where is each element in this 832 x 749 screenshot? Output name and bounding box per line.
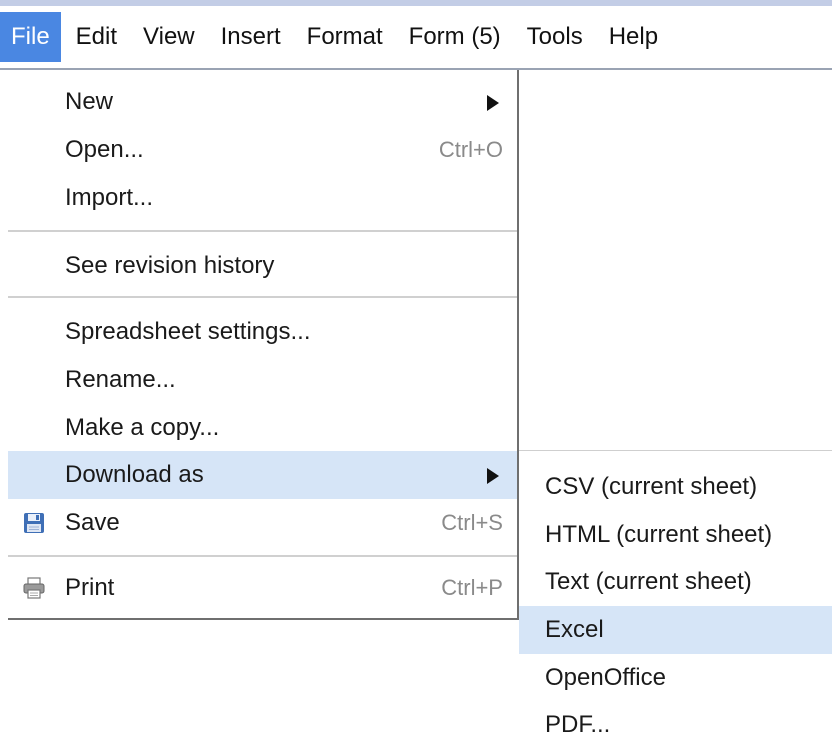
menu-item-label: Save — [65, 509, 120, 536]
download-as-submenu: CSV (current sheet) HTML (current sheet)… — [519, 450, 832, 738]
menu-item-revision-history[interactable]: See revision history — [8, 242, 517, 290]
menu-tools[interactable]: Tools — [516, 12, 594, 62]
submenu-item-label: PDF... — [545, 711, 611, 738]
menu-item-label: Spreadsheet settings... — [65, 318, 311, 345]
submenu-item-label: Text (current sheet) — [545, 568, 752, 595]
submenu-arrow-icon — [487, 468, 499, 484]
submenu-arrow-icon — [487, 95, 499, 111]
shortcut-text: Ctrl+O — [438, 137, 503, 162]
menu-separator — [8, 296, 517, 298]
menu-item-open[interactable]: Open... Ctrl+O — [8, 126, 517, 174]
download-html-option[interactable]: HTML (current sheet) — [519, 511, 832, 559]
menu-item-print[interactable]: Print Ctrl+P — [8, 564, 517, 612]
menu-bar: File Edit View Insert Format Form (5) To… — [0, 0, 832, 70]
shortcut-text: Ctrl+S — [441, 510, 503, 535]
submenu-item-label: HTML (current sheet) — [545, 521, 773, 548]
menu-item-save[interactable]: Save Ctrl+S — [8, 499, 517, 547]
menu-view[interactable]: View — [132, 12, 206, 62]
menu-item-import[interactable]: Import... — [8, 174, 517, 222]
menu-separator — [8, 230, 517, 232]
file-menu-dropdown: New Open... Ctrl+O Import... See revisio… — [0, 70, 519, 620]
menu-edit[interactable]: Edit — [65, 12, 128, 62]
menu-item-download-as[interactable]: Download as — [8, 451, 517, 499]
menu-form[interactable]: Form (5) — [398, 12, 512, 62]
menu-item-label: New — [65, 88, 114, 115]
menu-item-label: See revision history — [65, 252, 275, 279]
download-openoffice-option[interactable]: OpenOffice — [519, 654, 832, 702]
menu-insert[interactable]: Insert — [210, 12, 292, 62]
download-excel-option[interactable]: Excel — [519, 606, 832, 654]
menu-separator — [8, 555, 517, 557]
menu-item-label: Make a copy... — [65, 414, 220, 441]
menu-help[interactable]: Help — [598, 12, 669, 62]
menu-item-make-copy[interactable]: Make a copy... — [8, 404, 517, 452]
menu-format[interactable]: Format — [296, 12, 394, 62]
printer-icon — [23, 577, 45, 599]
menu-item-label: Import... — [65, 184, 154, 211]
download-csv-option[interactable]: CSV (current sheet) — [519, 463, 832, 511]
submenu-item-label: CSV (current sheet) — [545, 473, 758, 500]
menu-item-label: Download as — [65, 461, 204, 488]
download-text-option[interactable]: Text (current sheet) — [519, 558, 832, 606]
submenu-item-label: OpenOffice — [545, 664, 666, 691]
menu-item-label: Print — [65, 574, 115, 601]
floppy-disk-icon — [24, 513, 44, 533]
menu-item-rename[interactable]: Rename... — [8, 356, 517, 404]
menu-item-new[interactable]: New — [8, 78, 517, 126]
menu-file[interactable]: File — [0, 12, 61, 62]
shortcut-text: Ctrl+P — [441, 575, 503, 600]
menu-item-label: Open... — [65, 136, 144, 163]
submenu-item-label: Excel — [545, 616, 604, 643]
menu-item-spreadsheet-settings[interactable]: Spreadsheet settings... — [8, 308, 517, 356]
download-pdf-option[interactable]: PDF... — [519, 701, 832, 749]
menu-item-label: Rename... — [65, 366, 176, 393]
